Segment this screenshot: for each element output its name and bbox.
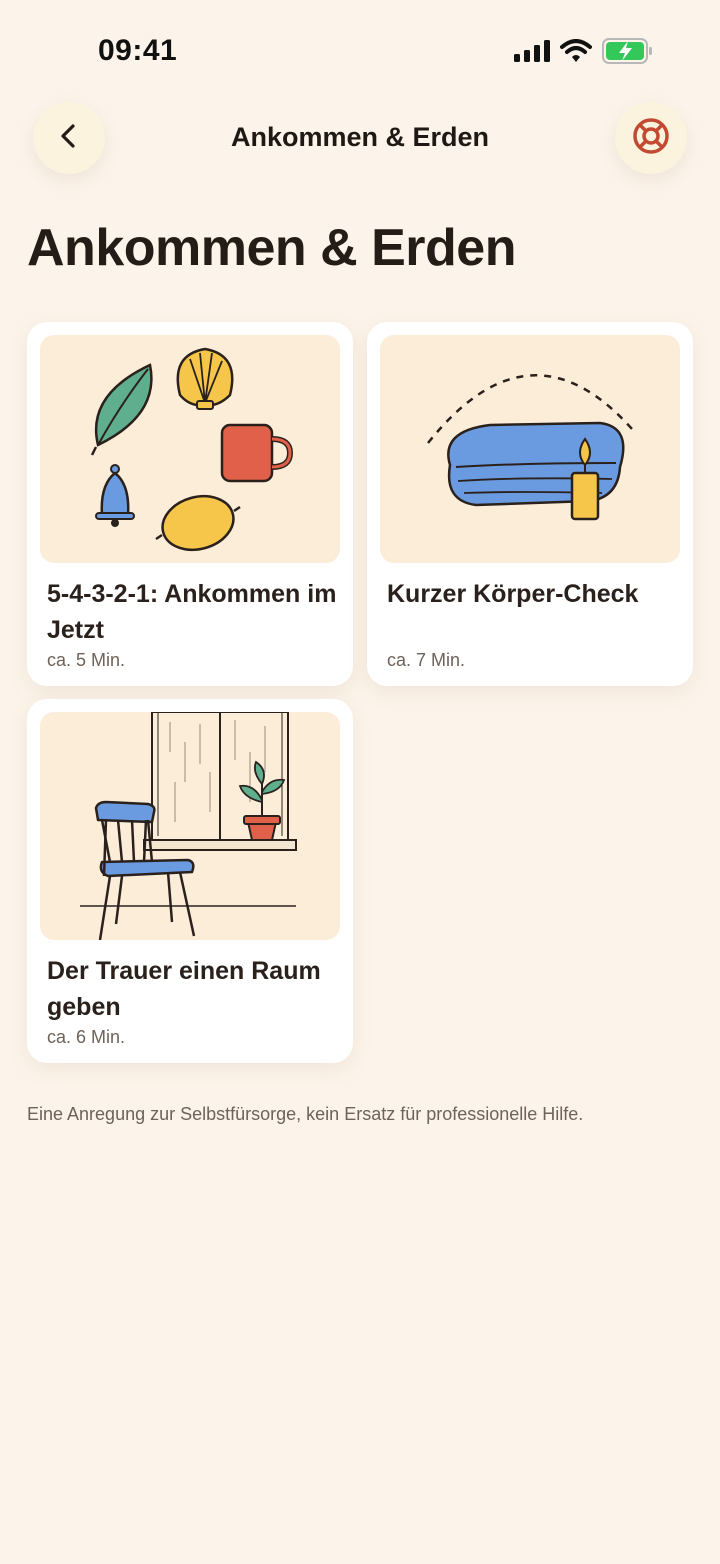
chair-window-plant-illustration — [40, 712, 340, 940]
sensory-objects-illustration — [40, 335, 340, 563]
exercise-card-trauer-raum[interactable]: Der Trauer einen Raum geben ca. 6 Min. — [27, 699, 353, 1063]
wifi-icon — [560, 38, 592, 68]
card-title: Kurzer Körper-Check — [387, 580, 639, 608]
disclaimer-text: Eine Anregung zur Selbstfürsorge, kein E… — [27, 1104, 584, 1124]
status-icons — [514, 37, 654, 69]
page-title: Ankommen & Erden — [27, 219, 516, 277]
lifebuoy-icon — [631, 116, 671, 161]
exercise-card-5-4-3-2-1[interactable]: 5-4-3-2-1: Ankommen im Jetzt ca. 5 Min. — [27, 322, 353, 686]
status-time: 09:41 — [98, 34, 178, 67]
card-duration: ca. 7 Min. — [387, 650, 466, 670]
header-title: Ankommen & Erden — [230, 122, 490, 152]
card-title: 5-4-3-2-1: Ankommen im Jetzt — [47, 580, 337, 644]
help-button[interactable] — [615, 102, 687, 174]
signal-icon — [514, 39, 550, 67]
exercise-card-koerper-check[interactable]: Kurzer Körper-Check ca. 7 Min. — [367, 322, 693, 686]
card-duration: ca. 5 Min. — [47, 650, 126, 670]
screen: 09:41 Ankommen & Erden Ankommen & Erden … — [0, 0, 720, 1564]
card-duration: ca. 6 Min. — [47, 1027, 126, 1047]
battery-charging-icon — [602, 37, 654, 69]
card-title: Der Trauer einen Raum geben — [47, 957, 321, 1021]
blanket-candle-illustration — [380, 335, 680, 563]
